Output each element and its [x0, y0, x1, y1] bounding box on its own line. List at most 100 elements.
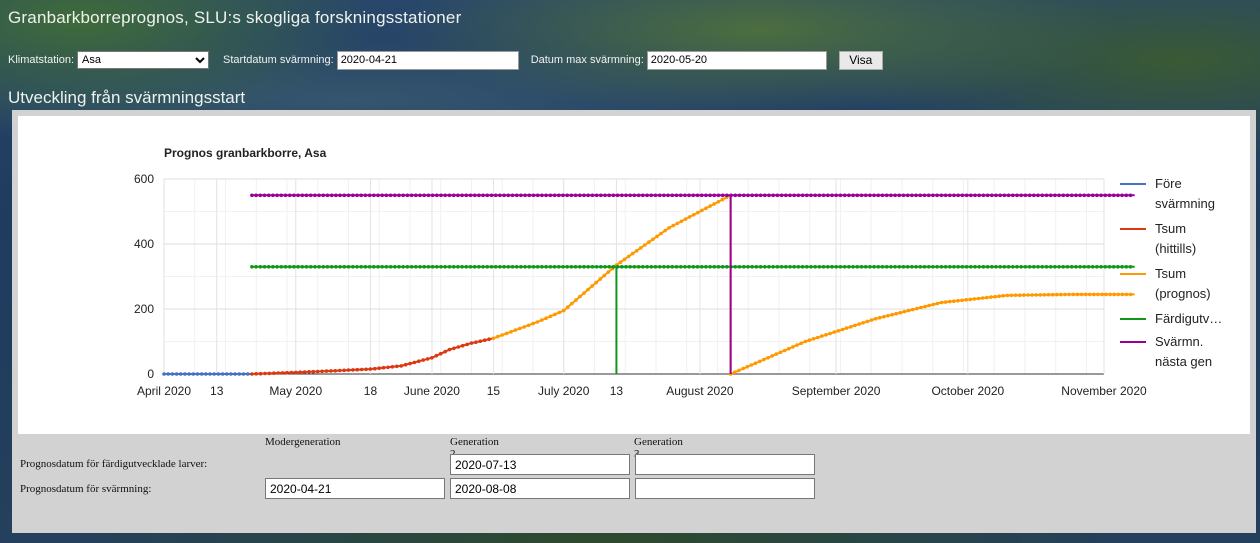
y-tick-label: 600	[134, 172, 154, 186]
series-point	[598, 277, 602, 281]
series-point	[325, 265, 330, 269]
series-point	[914, 265, 918, 269]
series-point	[1065, 193, 1070, 198]
visa-button[interactable]: Visa	[838, 50, 883, 70]
series-point	[990, 265, 994, 269]
series-point	[548, 193, 553, 198]
series-point	[671, 223, 675, 228]
max-date-input[interactable]	[646, 50, 827, 70]
series-point	[977, 193, 981, 198]
series-point	[491, 336, 496, 341]
series-point	[766, 356, 770, 360]
larvae-gen2-field[interactable]	[450, 454, 630, 475]
series-point	[836, 329, 841, 333]
series-point	[788, 193, 792, 198]
series-point	[1027, 193, 1032, 198]
series-point	[779, 193, 784, 198]
series-point	[509, 330, 513, 334]
series-point	[386, 365, 390, 370]
series-point	[918, 193, 923, 198]
series-point	[285, 370, 289, 375]
station-select[interactable]: Asa	[77, 51, 210, 69]
series-point	[869, 318, 874, 322]
start-date-input[interactable]	[336, 50, 519, 70]
series-point	[399, 364, 404, 368]
series-point	[757, 359, 762, 364]
series-point	[767, 193, 771, 198]
series-point	[830, 265, 834, 269]
series-point	[372, 193, 376, 198]
series-point	[220, 372, 225, 376]
series-point	[329, 369, 333, 373]
series-point	[1116, 193, 1120, 198]
series-point	[384, 265, 389, 269]
series-point	[876, 265, 881, 269]
series-point	[1111, 193, 1116, 198]
series-point	[552, 265, 557, 269]
series-point	[315, 369, 320, 374]
series-point	[863, 193, 868, 198]
series-point	[1108, 292, 1112, 297]
series-point	[401, 193, 406, 198]
series-point	[199, 372, 204, 376]
series-point	[535, 320, 540, 324]
series-point	[886, 313, 890, 318]
legend-label: Svärmn.	[1155, 334, 1203, 349]
series-point	[523, 193, 527, 198]
series-point	[910, 265, 914, 269]
series-point	[615, 193, 620, 198]
series-point	[849, 325, 853, 329]
series-point	[485, 265, 490, 269]
legend-label: Färdigutv…	[1155, 311, 1222, 326]
larvae-gen3-field[interactable]	[635, 454, 815, 475]
series-point	[779, 265, 784, 269]
series-point	[552, 193, 557, 198]
series-point	[704, 206, 708, 211]
series-point	[1048, 193, 1053, 198]
series-point	[649, 265, 654, 269]
series-point	[821, 265, 826, 269]
series-point	[1055, 292, 1059, 297]
series-point	[275, 193, 279, 198]
series-point	[496, 334, 500, 339]
series-point	[969, 193, 973, 198]
swarming-moder-field[interactable]	[265, 478, 445, 499]
series-point	[687, 215, 692, 219]
series-point	[704, 193, 708, 198]
series-point	[287, 265, 292, 269]
series-point	[329, 265, 334, 269]
series-line	[493, 193, 1135, 376]
series-point	[325, 193, 330, 198]
series-point	[561, 265, 565, 269]
series-point	[195, 372, 200, 376]
series-1	[162, 372, 252, 376]
swarming-gen3-field[interactable]	[635, 478, 815, 499]
series-point	[465, 342, 469, 347]
series-point	[750, 193, 754, 198]
series-point	[826, 193, 830, 198]
series-point	[749, 363, 754, 367]
series-point	[384, 193, 389, 198]
series-point	[805, 265, 809, 269]
series-point	[280, 371, 285, 375]
series-point	[544, 265, 548, 269]
series-point	[535, 193, 540, 198]
series-point	[289, 370, 294, 375]
series-point	[1015, 265, 1019, 269]
series-point	[1036, 193, 1040, 198]
series-point	[590, 193, 595, 198]
series-point	[767, 265, 771, 269]
results-panel: Prognos granbarkborre, Asa 0 200 400 600 Apri…	[12, 110, 1256, 533]
series-point	[993, 294, 997, 299]
series-point	[998, 265, 1002, 269]
series-point	[695, 265, 700, 269]
legend-label: (prognos)	[1155, 286, 1211, 301]
series-point	[573, 265, 578, 269]
series-point	[342, 193, 347, 198]
series-point	[1023, 193, 1028, 198]
series-point	[981, 193, 986, 198]
series-point	[922, 193, 927, 198]
series-point	[1011, 265, 1015, 269]
y-tick-label: 200	[134, 302, 154, 316]
swarming-gen2-field[interactable]	[450, 478, 630, 499]
